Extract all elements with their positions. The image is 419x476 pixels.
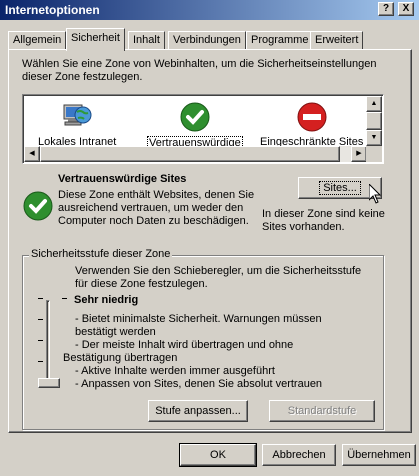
cancel-button[interactable]: Abbrechen — [262, 444, 336, 466]
zone-list[interactable]: Lokales Intranet Vertrauenswürdige Einge… — [22, 94, 384, 164]
ok-button[interactable]: OK — [179, 443, 257, 467]
security-slider-track[interactable] — [46, 300, 50, 384]
security-level-description: - Bietet minimalste Sicherheit. Warnunge… — [63, 313, 383, 391]
tab-programme[interactable]: Programme — [246, 31, 314, 50]
zone-intro-text: Wählen Sie eine Zone von Webinhalten, um… — [22, 58, 377, 83]
tab-erweitert[interactable]: Erweitert — [310, 31, 364, 50]
slider-tick — [38, 298, 43, 299]
level-line: bestätigt werden — [75, 326, 156, 338]
level-line: Bestätigung übertragen — [63, 352, 178, 364]
default-level-button[interactable]: Standardstufe — [269, 400, 375, 422]
security-level-group-label: Sicherheitsstufe dieser Zone — [29, 248, 173, 260]
scroll-right-icon[interactable]: ▶ — [351, 146, 367, 162]
tab-inhalt[interactable]: Inhalt — [128, 31, 165, 50]
tab-strip: Allgemein Sicherheit Inhalt Verbindungen… — [8, 28, 412, 51]
tab-sicherheit-label: Sicherheit — [71, 32, 120, 44]
level-line: - Aktive Inhalte werden immer ausgeführt — [75, 365, 275, 377]
scroll-up-icon[interactable]: ▲ — [366, 96, 382, 112]
help-button[interactable]: ? — [378, 2, 394, 16]
horizontal-scroll-thumb[interactable] — [40, 146, 340, 162]
no-sites-text: In dieser Zone sind keine Sites vorhande… — [262, 208, 385, 233]
scroll-left-icon[interactable]: ◀ — [24, 146, 40, 162]
restricted-no-entry-icon — [296, 101, 328, 133]
intranet-globe-icon — [61, 101, 93, 133]
level-line: - Der meiste Inhalt wird übertragen und … — [75, 339, 294, 351]
apply-button[interactable]: Übernehmen — [342, 444, 416, 466]
zone-list-horizontal-scrollbar[interactable]: ◀ ▶ — [24, 146, 367, 162]
security-slider-thumb[interactable] — [38, 378, 60, 388]
scroll-down-icon[interactable]: ▼ — [366, 130, 382, 146]
window-title: Internetoptionen — [5, 3, 100, 17]
vertical-scroll-thumb[interactable] — [366, 112, 382, 130]
zone-item-intranet[interactable]: Lokales Intranet — [37, 101, 117, 148]
level-line: - Anpassen von Sites, denen Sie absolut … — [75, 378, 323, 390]
selected-zone-title: Vertrauenswürdige Sites — [58, 173, 187, 185]
scrollbar-corner — [366, 146, 382, 162]
slider-tick — [38, 319, 43, 320]
slider-tick — [38, 340, 43, 341]
slider-tick — [38, 361, 43, 362]
tab-allgemein[interactable]: Allgemein — [8, 31, 67, 50]
zone-list-vertical-scrollbar[interactable]: ▲ ▼ — [366, 96, 382, 146]
selected-zone-check-icon — [22, 190, 54, 222]
zone-item-trusted[interactable]: Vertrauenswürdige — [147, 101, 243, 150]
slider-tick — [62, 298, 67, 299]
close-button[interactable]: X — [398, 2, 414, 16]
tab-sicherheit[interactable]: Sicherheit — [66, 28, 125, 51]
slider-intro-text: Verwenden Sie den Schieberegler, um die … — [75, 265, 362, 290]
level-line: - Bietet minimalste Sicherheit. Warnunge… — [75, 313, 322, 325]
mouse-pointer-icon — [368, 182, 382, 207]
customize-level-button[interactable]: Stufe anpassen... — [148, 400, 248, 422]
tab-verbindungen[interactable]: Verbindungen — [168, 31, 246, 50]
zone-item-restricted[interactable]: Eingeschränkte Sites — [259, 101, 364, 148]
title-bar: Internetoptionen — [0, 0, 419, 20]
selected-zone-description: Diese Zone enthält Websites, denen Sie a… — [58, 189, 255, 227]
sites-button-label: Sites... — [319, 181, 361, 195]
trusted-check-icon — [179, 101, 211, 133]
security-level-name: Sehr niedrig — [74, 294, 139, 306]
